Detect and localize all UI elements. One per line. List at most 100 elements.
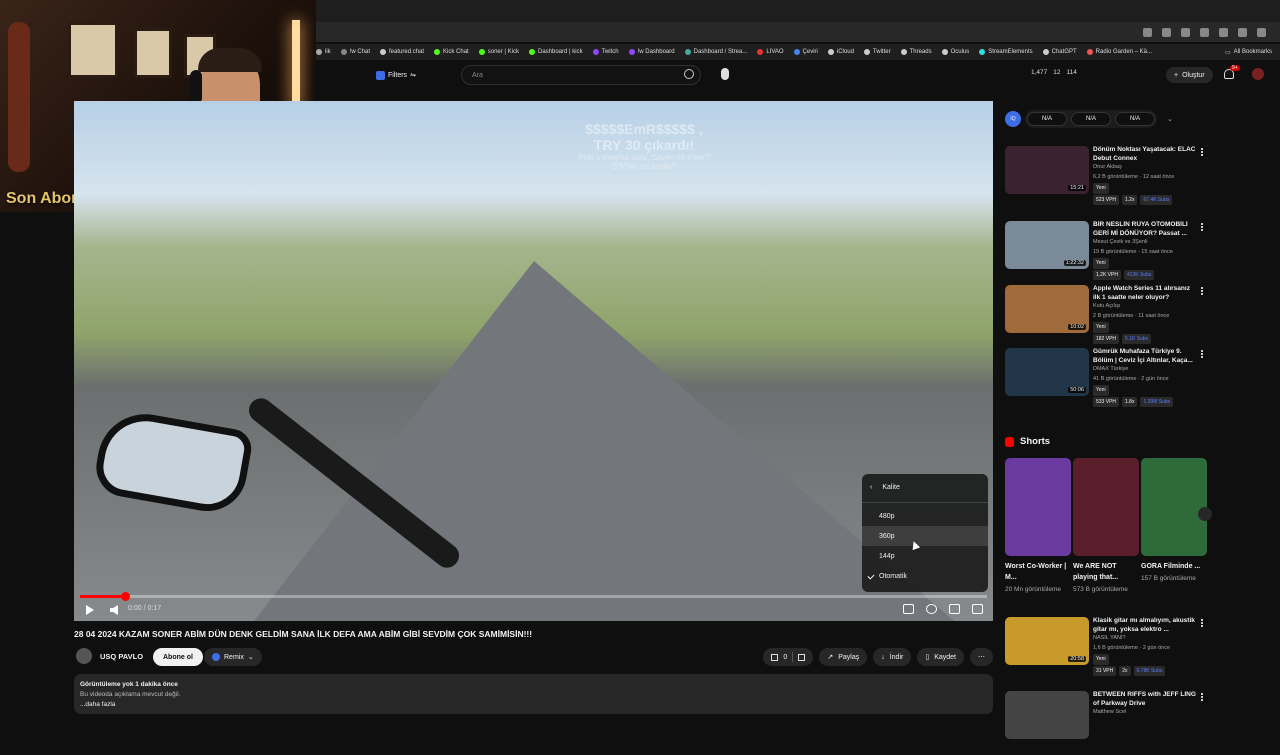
more-icon[interactable] bbox=[1201, 693, 1203, 701]
theater-mode-icon[interactable] bbox=[949, 604, 960, 614]
short-thumbnail[interactable] bbox=[1073, 458, 1139, 556]
extension-icon[interactable] bbox=[1238, 27, 1247, 37]
bookmark[interactable]: lik bbox=[316, 49, 331, 55]
bookmark[interactable]: Dashboard / Strea... bbox=[684, 49, 747, 55]
profile-icon[interactable] bbox=[1257, 27, 1266, 37]
shorts-next-button[interactable] bbox=[1198, 507, 1212, 521]
avatar[interactable] bbox=[1252, 68, 1264, 80]
recommendation-channel[interactable]: Kutu Açılışı bbox=[1093, 302, 1197, 312]
recommendation-item[interactable]: 10:02 Apple Watch Series 11 alırsanız il… bbox=[1005, 285, 1205, 349]
recommendation-channel[interactable]: DMAX Türkiye bbox=[1093, 365, 1197, 375]
subtitles-icon[interactable] bbox=[903, 604, 914, 614]
video-thumbnail[interactable]: 10:02 bbox=[1005, 285, 1089, 333]
fullscreen-icon[interactable] bbox=[972, 604, 983, 614]
volume-icon[interactable] bbox=[110, 605, 118, 615]
channel-name[interactable]: USQ PAVLO bbox=[100, 652, 143, 661]
video-thumbnail[interactable]: 50:06 bbox=[1005, 348, 1089, 396]
description-box[interactable]: Görüntüleme yok 1 dakika önce Bu videoda… bbox=[74, 674, 993, 714]
quality-back[interactable]: ‹ Kalite bbox=[870, 484, 900, 491]
chevron-down-icon[interactable]: ⌄ bbox=[1167, 115, 1173, 123]
subscribe-button[interactable]: Abone ol bbox=[153, 648, 203, 666]
all-bookmarks[interactable]: ▭ All Bookmarks bbox=[1218, 44, 1272, 60]
more-icon[interactable] bbox=[1201, 350, 1203, 358]
video-thumbnail[interactable]: 20:58 bbox=[1005, 617, 1089, 665]
create-button[interactable]: + Oluştur bbox=[1166, 67, 1213, 83]
bookmark[interactable]: ChatGPT bbox=[1042, 49, 1077, 55]
channel-avatar[interactable] bbox=[76, 648, 92, 664]
recommendation-title[interactable]: Klasik gitar mı almalıyım, akustik gitar… bbox=[1093, 617, 1197, 634]
recommendation-item[interactable]: 20:58 Klasik gitar mı almalıyım, akustik… bbox=[1005, 617, 1205, 681]
bookmark[interactable]: Threads bbox=[900, 49, 932, 55]
short-title[interactable]: We ARE NOT playing that... bbox=[1073, 561, 1139, 583]
video-thumbnail[interactable] bbox=[1005, 691, 1089, 739]
short-title[interactable]: Worst Co-Worker | M... bbox=[1005, 561, 1071, 583]
bookmark[interactable]: LIVAO bbox=[757, 49, 784, 55]
progress-scrubber[interactable] bbox=[121, 592, 131, 601]
recommendation-item[interactable]: 15:21 Dönüm Noktası Yaşatacak: ELAC Debu… bbox=[1005, 146, 1205, 210]
recommendation-channel[interactable]: Mesut Çevik ve 3Şenli bbox=[1093, 238, 1197, 248]
short-item[interactable]: We ARE NOT playing that... 573 B görüntü… bbox=[1073, 458, 1139, 608]
share-button[interactable]: ↗ Paylaş bbox=[819, 648, 868, 666]
progress-bar[interactable] bbox=[80, 592, 987, 601]
more-actions-button[interactable]: ⋯ bbox=[970, 648, 993, 666]
recommendation-item[interactable]: 1:22:32 BİR NESLİN RÜYA OTOMOBİLİ GERİ M… bbox=[1005, 221, 1205, 285]
more-icon[interactable] bbox=[1201, 148, 1203, 156]
bookmark[interactable]: featured.chat bbox=[380, 49, 424, 55]
more-icon[interactable] bbox=[1201, 287, 1203, 295]
short-item[interactable]: GORA Filminde ... 157 B görüntüleme bbox=[1141, 458, 1207, 608]
bookmark[interactable]: Dashboard | kick bbox=[528, 49, 583, 55]
bookmark[interactable]: Twitch bbox=[592, 49, 619, 55]
recommendation-channel[interactable]: Matthew Scel bbox=[1093, 708, 1197, 718]
download-button[interactable]: ↓ İndir bbox=[873, 648, 912, 666]
recommendation-channel[interactable]: Onur Akbaş bbox=[1093, 163, 1197, 173]
extension-icon[interactable] bbox=[1219, 27, 1228, 37]
recommendation-item[interactable]: BETWEEN RIFFS with JEFF LING of Parkway … bbox=[1005, 691, 1205, 755]
save-button[interactable]: ▯ Kaydet bbox=[917, 648, 964, 666]
mic-icon[interactable] bbox=[721, 68, 729, 80]
bookmark[interactable]: StreamElements bbox=[979, 49, 1033, 55]
extension-logo[interactable]: IQ bbox=[1005, 111, 1021, 127]
video-thumbnail[interactable]: 15:21 bbox=[1005, 146, 1089, 194]
recommendation-title[interactable]: Dönüm Noktası Yaşatacak: ELAC Debut Conn… bbox=[1093, 146, 1197, 163]
video-player[interactable]: $$$$$EmR$$$$$ , TRY 30 çıkardı! Peki o m… bbox=[74, 101, 993, 621]
show-more-link[interactable]: ...daha fazla bbox=[80, 700, 987, 710]
bookmark[interactable]: iCloud bbox=[827, 49, 854, 55]
recommendation-title[interactable]: BETWEEN RIFFS with JEFF LING of Parkway … bbox=[1093, 691, 1197, 708]
quality-option[interactable]: Otomatik bbox=[862, 566, 988, 586]
filter-chip[interactable]: N/A bbox=[1115, 112, 1155, 126]
bookmark[interactable]: Radio Garden – Kä... bbox=[1086, 49, 1152, 55]
search-icon[interactable] bbox=[684, 69, 694, 79]
like-button[interactable]: 0 bbox=[763, 648, 814, 666]
bookmark[interactable]: !w Dashboard bbox=[628, 49, 675, 55]
extension-icon[interactable] bbox=[1143, 27, 1152, 37]
extension-icon[interactable] bbox=[1181, 27, 1190, 37]
recommendation-item[interactable]: 50:06 Gümrük Muhafaza Türkiye 9. Bölüm |… bbox=[1005, 348, 1205, 412]
short-item[interactable]: Worst Co-Worker | M... 20 Mn görüntüleme bbox=[1005, 458, 1071, 608]
short-thumbnail[interactable] bbox=[1005, 458, 1071, 556]
thumbs-down-icon[interactable] bbox=[798, 653, 806, 661]
filters-button[interactable]: Filters ⇋ bbox=[376, 68, 416, 82]
bookmark[interactable]: soner | Kick bbox=[478, 49, 519, 55]
recommendation-channel[interactable]: NASIL YANİ? bbox=[1093, 634, 1197, 644]
extension-icon[interactable] bbox=[1162, 27, 1171, 37]
play-icon[interactable] bbox=[86, 605, 94, 615]
quality-option[interactable]: 480p bbox=[862, 506, 988, 526]
quality-option[interactable]: 144p bbox=[862, 546, 988, 566]
short-title[interactable]: GORA Filminde ... bbox=[1141, 561, 1207, 572]
recommendation-title[interactable]: BİR NESLİN RÜYA OTOMOBİLİ GERİ Mİ DÖNÜYO… bbox=[1093, 221, 1197, 238]
filter-chip[interactable]: N/A bbox=[1071, 112, 1111, 126]
bookmark[interactable]: Oculus bbox=[941, 49, 969, 55]
more-icon[interactable] bbox=[1201, 223, 1203, 231]
bookmark[interactable]: Twitter bbox=[863, 49, 891, 55]
gear-icon[interactable] bbox=[926, 604, 937, 614]
filter-chip[interactable]: N/A bbox=[1027, 112, 1067, 126]
short-thumbnail[interactable] bbox=[1141, 458, 1207, 556]
search-input[interactable]: Ara bbox=[461, 65, 701, 85]
more-icon[interactable] bbox=[1201, 619, 1203, 627]
extension-icon[interactable] bbox=[1200, 27, 1209, 37]
bookmark[interactable]: Çeviri bbox=[793, 49, 818, 55]
quality-option[interactable]: 360p bbox=[862, 526, 988, 546]
recommendation-title[interactable]: Apple Watch Series 11 alırsanız ilk 1 sa… bbox=[1093, 285, 1197, 302]
video-thumbnail[interactable]: 1:22:32 bbox=[1005, 221, 1089, 269]
recommendation-title[interactable]: Gümrük Muhafaza Türkiye 9. Bölüm | Ceviz… bbox=[1093, 348, 1197, 365]
